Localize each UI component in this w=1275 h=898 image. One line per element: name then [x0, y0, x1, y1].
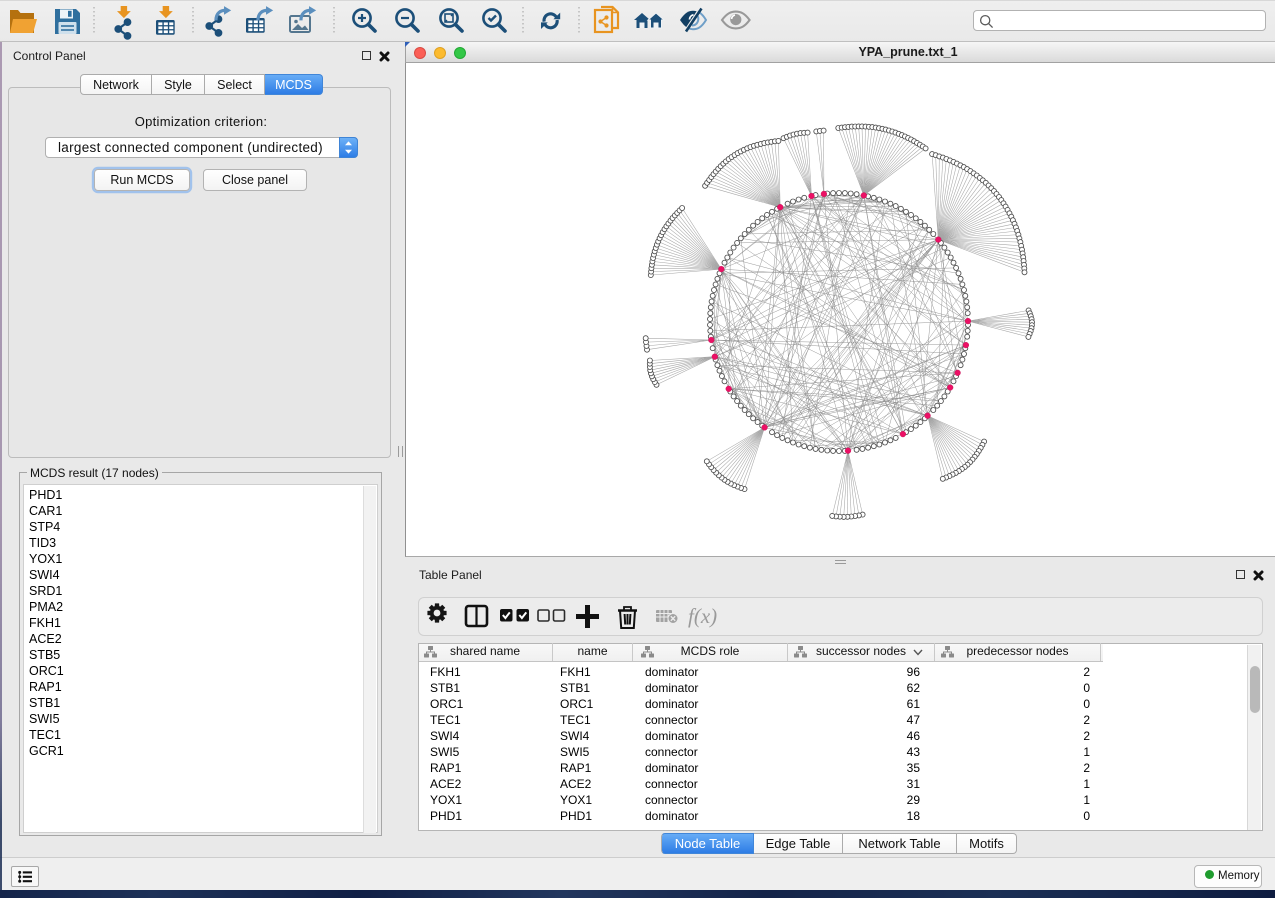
- svg-text:f(x): f(x): [688, 604, 717, 628]
